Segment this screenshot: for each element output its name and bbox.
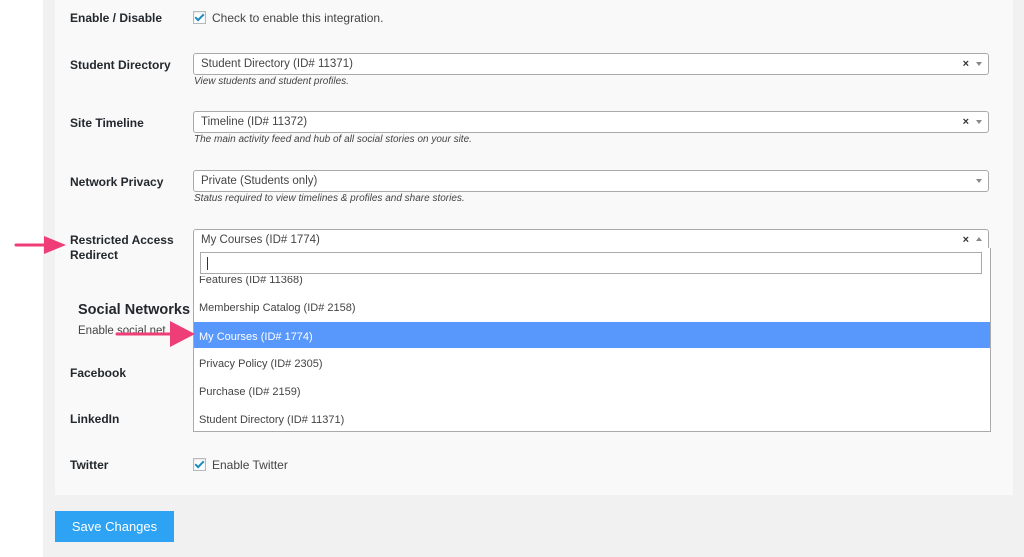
pointer-arrow-icon: [115, 321, 195, 347]
annotation-overlay: [14, 236, 195, 347]
pointer-arrow-icon: [14, 236, 66, 254]
